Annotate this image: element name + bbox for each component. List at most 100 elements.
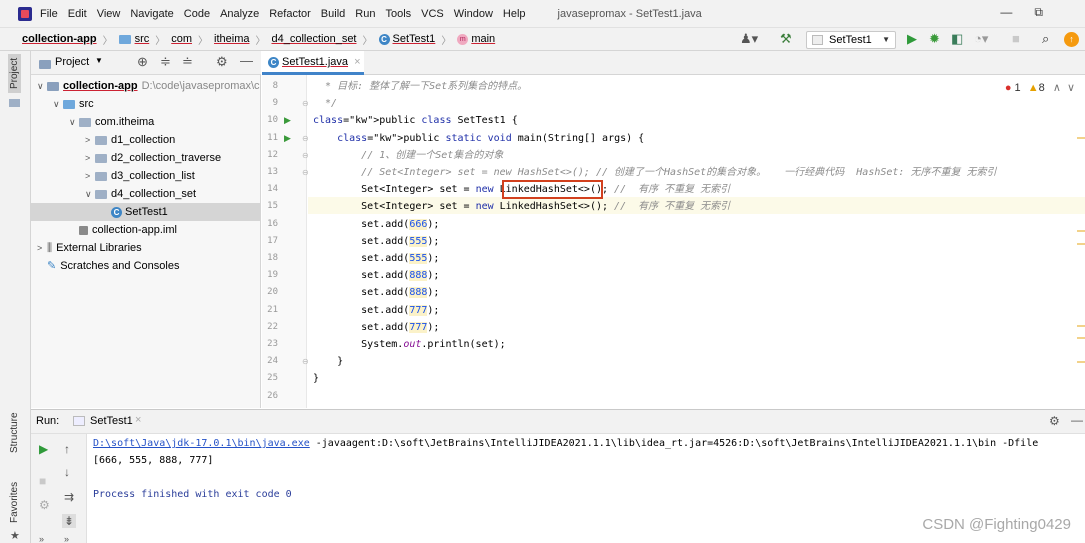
- java-exe-link[interactable]: D:\soft\Java\jdk-17.0.1\bin\java.exe: [93, 438, 310, 449]
- user-icon[interactable]: ♟▾: [740, 31, 758, 47]
- chevron-down-icon[interactable]: ∨: [37, 77, 47, 95]
- run-gutter-icon[interactable]: ▶: [284, 112, 291, 129]
- chevron-down-icon[interactable]: ∨: [53, 95, 63, 113]
- tab-label: SetTest1.java: [282, 56, 349, 68]
- menu-analyze[interactable]: Analyze: [220, 8, 259, 20]
- expand-all-icon[interactable]: ≑: [160, 54, 171, 70]
- chevron-right-icon[interactable]: >: [85, 149, 95, 167]
- project-view-select[interactable]: Project: [55, 56, 89, 68]
- menu-code[interactable]: Code: [184, 8, 210, 20]
- chevron-right-icon[interactable]: >: [37, 239, 47, 257]
- menu-tools[interactable]: Tools: [385, 8, 411, 20]
- debug-icon[interactable]: ✹: [929, 31, 940, 47]
- chevron-right-icon[interactable]: >: [85, 131, 95, 149]
- run-icon[interactable]: ▶: [907, 31, 917, 47]
- tree-item[interactable]: ∨ collection-app D:\code\javasepromax\c: [31, 77, 261, 95]
- tree-item[interactable]: ∨ d4_collection_set: [31, 185, 261, 203]
- tree-item[interactable]: ∨ src: [31, 95, 261, 113]
- menu-navigate[interactable]: Navigate: [130, 8, 173, 20]
- tab-settest1-java[interactable]: C SetTest1.java ×: [262, 51, 364, 75]
- coverage-icon[interactable]: ◧: [951, 31, 963, 47]
- chevron-down-icon[interactable]: ∨: [1067, 82, 1075, 94]
- tree-item[interactable]: > d3_collection_list: [31, 167, 261, 185]
- folder-icon: [118, 34, 131, 44]
- run-toolbar: ▶ ↑ ■ ↓ ⚙ ⇉ ⇟ » »: [31, 434, 87, 543]
- breadcrumb-com[interactable]: com: [171, 33, 192, 45]
- menu-file[interactable]: File: [40, 8, 58, 20]
- tree-item[interactable]: collection-app.iml: [31, 221, 261, 239]
- line-number: 21: [267, 304, 278, 315]
- profile-icon[interactable]: ◔▾: [974, 31, 988, 47]
- chevron-up-icon[interactable]: ∧: [1053, 82, 1061, 94]
- code-line: set.add(666);: [313, 218, 440, 230]
- code-line: }: [313, 373, 320, 385]
- window-controls[interactable]: —⧉: [1000, 5, 1065, 20]
- run-configuration-select[interactable]: SetTest1: [806, 31, 896, 49]
- breadcrumb-package[interactable]: d4_collection_set: [271, 33, 356, 45]
- class-icon: C: [111, 206, 122, 218]
- breadcrumb-src[interactable]: src: [135, 33, 150, 45]
- chevron-down-icon[interactable]: ∨: [85, 185, 95, 203]
- menu-refactor[interactable]: Refactor: [269, 8, 311, 20]
- breadcrumb-project[interactable]: collection-app: [22, 33, 97, 45]
- warning-stripe: [1077, 230, 1085, 232]
- tree-item[interactable]: C SetTest1: [31, 203, 261, 221]
- close-icon[interactable]: ×: [135, 414, 141, 426]
- warning-icon: ▲: [1027, 82, 1039, 94]
- run-gutter-icon[interactable]: ▶: [284, 130, 291, 147]
- menu-window[interactable]: Window: [454, 8, 493, 20]
- gear-icon[interactable]: ⚙: [216, 54, 228, 70]
- search-icon[interactable]: ⌕: [1042, 31, 1049, 47]
- scroll-up-icon[interactable]: ↑: [64, 442, 70, 456]
- breadcrumb-method[interactable]: main: [471, 33, 495, 45]
- minimize-icon[interactable]: —: [1000, 5, 1034, 19]
- scroll-to-end-icon[interactable]: ⇟: [62, 514, 77, 528]
- gear-icon[interactable]: ⚙: [1049, 414, 1060, 428]
- tree-item[interactable]: ✎ Scratches and Consoles: [31, 257, 261, 275]
- tree-item[interactable]: > ⫼ External Libraries: [31, 239, 261, 257]
- code-editor[interactable]: ● 1 ▲8 ∧ ∨ * 目标: 整体了解一下Set系列集合的特点。 */ cla…: [308, 75, 1085, 408]
- breadcrumb-class[interactable]: SetTest1: [393, 33, 436, 45]
- editor-gutter: 8 9 ⊖ 10 ▶ 11 ▶ ⊖ 12 ⊖ 13 ⊖ 14 15 16 17 18 19 20 21 22 23 24 ⊖ 2…: [262, 75, 309, 408]
- soft-wrap-icon[interactable]: ⇉: [64, 490, 74, 504]
- inspection-widget[interactable]: ● 1 ▲8 ∧ ∨: [1005, 81, 1075, 94]
- tree-item[interactable]: > d2_collection_traverse: [31, 149, 261, 167]
- update-icon[interactable]: ↑: [1064, 32, 1079, 47]
- more-icon[interactable]: »: [64, 532, 69, 543]
- hide-icon[interactable]: —: [1071, 413, 1083, 427]
- error-count: 1: [1014, 82, 1021, 94]
- project-panel-header: Project ▼ ⊕ ≑ ≐ ⚙ —: [31, 51, 261, 75]
- menu-edit[interactable]: Edit: [68, 8, 87, 20]
- menu-vcs[interactable]: VCS: [421, 8, 444, 20]
- favorites-tool-button[interactable]: Favorites: [9, 482, 20, 523]
- locate-icon[interactable]: ⊕: [137, 54, 148, 70]
- breadcrumb-itheima[interactable]: itheima: [214, 33, 249, 45]
- stop-icon[interactable]: ■: [1012, 31, 1020, 47]
- menu-view[interactable]: View: [97, 8, 121, 20]
- structure-tool-button[interactable]: Structure: [9, 412, 20, 453]
- hammer-icon[interactable]: ⚒: [780, 31, 792, 47]
- menu-run[interactable]: Run: [355, 8, 375, 20]
- code-line: set.add(888);: [313, 270, 440, 282]
- stop-icon[interactable]: ■: [39, 474, 46, 488]
- menu-build[interactable]: Build: [321, 8, 345, 20]
- chevron-right-icon[interactable]: >: [85, 167, 95, 185]
- chevron-down-icon[interactable]: ∨: [69, 113, 79, 131]
- tree-item-label: d2_collection_traverse: [111, 152, 222, 164]
- tree-item[interactable]: > d1_collection: [31, 131, 261, 149]
- tree-item[interactable]: ∨ com.itheima: [31, 113, 261, 131]
- run-tab-settest1[interactable]: SetTest1: [90, 415, 133, 427]
- package-icon: [95, 135, 107, 145]
- project-tool-button[interactable]: Project: [8, 53, 21, 93]
- more-icon[interactable]: »: [39, 532, 44, 543]
- menu-help[interactable]: Help: [503, 8, 526, 20]
- restore-icon[interactable]: ⧉: [1034, 5, 1065, 19]
- rerun-icon[interactable]: ▶: [39, 442, 48, 456]
- console-tab-icon: [73, 416, 85, 426]
- close-icon[interactable]: ×: [354, 56, 360, 68]
- settings-icon[interactable]: ⚙: [39, 498, 50, 512]
- collapse-all-icon[interactable]: ≐: [182, 54, 193, 70]
- hide-icon[interactable]: —: [240, 53, 253, 68]
- dropdown-icon[interactable]: ▼: [95, 56, 103, 65]
- scroll-down-icon[interactable]: ↓: [64, 465, 70, 479]
